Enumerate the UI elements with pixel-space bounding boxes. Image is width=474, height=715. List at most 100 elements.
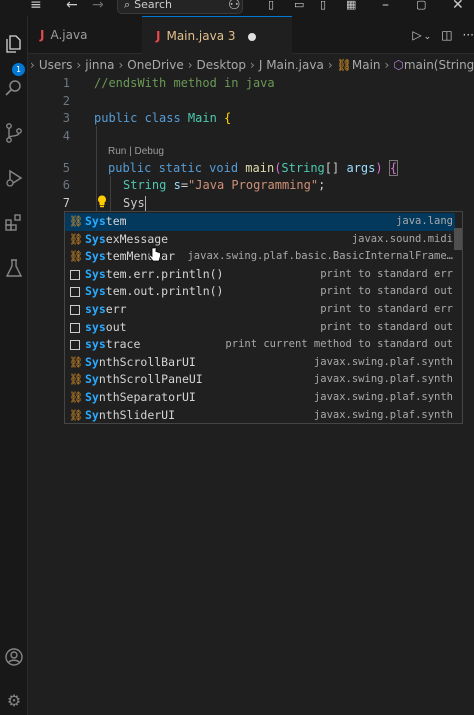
title-bar: ≡ ← → ⌕ Search ⚇ ▯ ▭ ▯ ▦ – ▢ ✕ (0, 0, 474, 16)
more-actions-icon[interactable]: ··· (463, 28, 474, 42)
java-file-icon: J (40, 28, 45, 42)
breadcrumb-item[interactable]: Desktop (197, 58, 247, 72)
suggestion-label: System.out.println() (85, 284, 224, 299)
suggestion-label: SynthScrollBarUI (85, 354, 196, 369)
snippet-icon (70, 340, 80, 351)
code-line-3: public class Main { (94, 111, 232, 125)
suggestion-item[interactable]: ⛓ SynthSliderUI javax.swing.plaf.synth (65, 407, 455, 423)
search-view-icon[interactable] (0, 74, 28, 102)
breadcrumb-item[interactable]: jinna (85, 58, 114, 72)
class-symbol-icon: ⛓ (69, 373, 83, 387)
toggle-panel-icon[interactable]: ▭ (294, 0, 304, 13)
line-number: 3 (62, 111, 70, 125)
suggestion-item[interactable]: ⛓ SysexMessage javax.sound.midi (65, 231, 455, 249)
split-editor-icon[interactable]: ◫ (441, 28, 452, 42)
suggestion-item[interactable]: ⛓ SystemMenuBar javax.swing.plaf.basic.Bas… (65, 248, 455, 266)
lightbulb-icon[interactable] (97, 195, 107, 208)
snippet-icon (70, 305, 80, 315)
suggestion-label: SysexMessage (85, 231, 169, 246)
run-debug-icon[interactable] (0, 164, 28, 192)
suggestion-item[interactable]: sysout print to standard out (65, 319, 455, 337)
accounts-icon[interactable] (0, 643, 28, 671)
class-symbol-icon: ⛓ (69, 355, 83, 369)
line-number: 2 (62, 94, 70, 108)
code-line-1: //endsWith method in java (94, 76, 275, 90)
line-number: 1 (62, 76, 70, 90)
maximize-icon[interactable]: ▢ (416, 0, 426, 13)
suggestion-item[interactable]: ⛓ SynthSeparatorUI javax.swing.plaf.synth (65, 389, 455, 407)
tab-label: A.java (50, 28, 88, 42)
run-icon[interactable]: ▷ (412, 28, 421, 42)
copilot-icon[interactable]: ⚇ (228, 0, 241, 13)
extensions-icon[interactable] (0, 208, 28, 236)
java-file-icon: J (156, 29, 161, 43)
class-symbol-icon: ⛓ (69, 250, 83, 264)
suggestion-label: SynthSliderUI (85, 407, 176, 422)
snippet-icon (70, 269, 80, 280)
suggestion-detail: print to standard err (320, 303, 453, 315)
run-dropdown-icon[interactable]: ⌄ (424, 32, 432, 42)
suggestion-label: SynthScrollPaneUI (85, 372, 203, 387)
suggestion-item[interactable]: ⛓ SynthScrollBarUI javax.swing.plaf.synth (65, 354, 455, 372)
tab-label: Main.java 3 (166, 29, 236, 43)
minimize-icon[interactable]: – (382, 0, 389, 13)
mouse-pointer-icon (148, 247, 161, 262)
suggestion-label: System (85, 214, 127, 228)
breadcrumb-item[interactable]: Main (352, 58, 381, 72)
breadcrumb: › Users › jinna › OneDrive › Desktop › J Main.jav… (28, 54, 474, 76)
source-control-icon[interactable] (0, 119, 28, 147)
suggestion-detail: javax.swing.plaf.synth (313, 391, 453, 403)
method-symbol-icon: ⬡ (393, 58, 404, 72)
suggestion-item[interactable]: System.out.println() print to standard ou… (65, 283, 455, 301)
arrow-right-icon[interactable]: → (92, 0, 104, 13)
arrow-left-icon[interactable]: ← (66, 0, 78, 13)
line-number: 5 (62, 161, 70, 175)
class-symbol-icon: ⛓ (69, 408, 83, 422)
suggestion-item[interactable]: syserr print to standard err (65, 301, 455, 319)
suggestion-widget: ⛓ System java.lang ⛓ SysexMessage javax.sound… (64, 211, 463, 424)
codelens-run-debug[interactable]: Run | Debug (108, 146, 164, 157)
class-symbol-icon: ⛓ (69, 232, 83, 246)
suggestion-detail: print current method to standard out (225, 338, 453, 351)
suggestion-label: System.err.println() (85, 266, 224, 281)
suggestion-item[interactable]: systrace print current method to standard… (65, 336, 455, 354)
toggle-secondary-sidebar-icon[interactable]: ▯ (320, 0, 326, 13)
breadcrumb-item[interactable]: main(String[]) (404, 58, 474, 72)
class-symbol-icon: ⛓ (336, 58, 352, 72)
suggestion-detail: javax.swing.plaf.synth (313, 373, 453, 386)
line-number: 7 (62, 196, 70, 210)
suggestion-item[interactable]: ⛓ System java.lang (65, 213, 455, 231)
breadcrumb-item[interactable]: J Main.java (259, 58, 324, 72)
toggle-primary-sidebar-icon[interactable]: ▯ (268, 0, 274, 13)
suggestion-detail: print to standard err (320, 267, 453, 280)
tab-actions: ▷ ⌄ ◫ ··· (402, 16, 474, 54)
class-symbol-icon: ⛓ (69, 391, 83, 404)
search-label: Search (134, 0, 172, 11)
class-symbol-icon: ⛓ (69, 215, 83, 228)
explorer-icon[interactable] (0, 30, 28, 58)
suggestion-scrollbar[interactable] (454, 228, 462, 250)
suggestion-label: syserr (85, 302, 127, 316)
code-line-6: String s="Java Programming"; (123, 178, 326, 192)
menu-icon[interactable]: ≡ (30, 0, 42, 13)
customize-layout-icon[interactable]: ▦ (346, 0, 356, 13)
suggestion-item[interactable]: System.err.println() print to standard er… (65, 266, 455, 284)
breadcrumb-item[interactable]: Users (39, 58, 73, 72)
suggestion-label: SynthSeparatorUI (85, 390, 196, 404)
suggestion-item[interactable]: ⛓ SynthScrollPaneUI javax.swing.plaf.synth (65, 371, 455, 389)
line-number: 4 (62, 129, 70, 143)
manage-gear-icon[interactable]: ⚙ (0, 686, 28, 714)
tab-main-java[interactable]: J Main.java 3 (142, 16, 292, 55)
testing-icon[interactable] (0, 254, 28, 282)
command-center-search[interactable]: ⌕ Search (117, 0, 243, 14)
search-icon: ⌕ (124, 0, 131, 11)
suggestion-detail: print to standard out (320, 320, 453, 333)
close-icon[interactable]: ✕ (452, 0, 464, 13)
suggestion-detail: javax.swing.plaf.synth (313, 408, 453, 421)
text-cursor (145, 196, 146, 211)
unsaved-dot-icon[interactable] (247, 32, 256, 41)
suggestion-detail: javax.sound.midi (351, 232, 453, 245)
suggestion-detail: javax.swing.plaf.basic.BasicInternalFram… (187, 250, 453, 263)
breadcrumb-item[interactable]: OneDrive (127, 58, 183, 72)
code-line-5: public static void main(String[] args) { (108, 160, 399, 176)
